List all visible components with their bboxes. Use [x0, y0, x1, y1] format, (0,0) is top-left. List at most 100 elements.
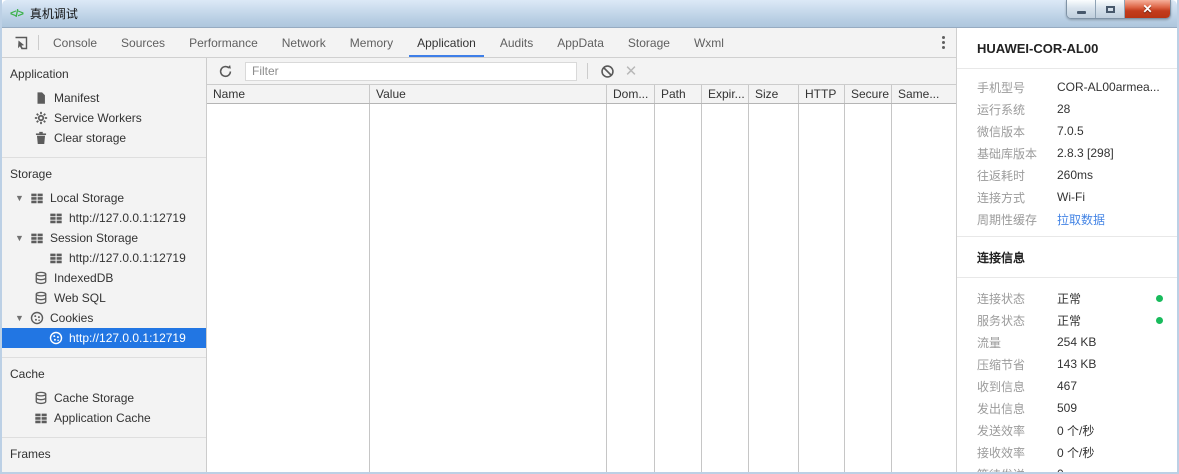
expander-arrow-icon[interactable]: ▼ — [15, 193, 29, 203]
titlebar: </> 真机调试 ✕ — [2, 0, 1177, 28]
database-icon — [33, 391, 48, 406]
sidebar-item-clear-storage[interactable]: Clear storage — [2, 128, 206, 148]
column-header-dom[interactable]: Dom... — [607, 85, 655, 103]
sidebar-item-label: IndexedDB — [54, 271, 114, 285]
tab-storage[interactable]: Storage — [616, 28, 682, 57]
clear-cookies-icon[interactable] — [595, 60, 619, 82]
refresh-icon[interactable] — [213, 60, 237, 82]
device-info-row: 服务状态 正常 — [957, 309, 1177, 331]
info-label: 周期性缓存 — [977, 212, 1038, 227]
column-header-secure[interactable]: Secure — [845, 85, 892, 103]
trash-icon — [33, 131, 48, 146]
column-header-size[interactable]: Size — [749, 85, 799, 103]
info-label: 流量 — [977, 335, 1002, 350]
tab-network[interactable]: Network — [270, 28, 338, 57]
column-header-same[interactable]: Same... — [892, 85, 956, 103]
sidebar-item-indexeddb[interactable]: IndexedDB — [2, 268, 206, 288]
info-label: 收到信息 — [977, 379, 1026, 394]
tab-separator — [38, 35, 39, 50]
tab-memory[interactable]: Memory — [338, 28, 405, 57]
sidebar-item-label: Application Cache — [54, 411, 151, 425]
sidebar-section-title: Storage — [10, 167, 53, 181]
sidebar-item-label: Web SQL — [54, 291, 106, 305]
info-value: 7.0.5 — [1057, 124, 1084, 138]
sidebar-item-label: Local Storage — [50, 191, 125, 205]
sidebar-item-local-storage[interactable]: ▼ Local Storage — [2, 188, 206, 208]
column-body-name — [207, 104, 370, 472]
device-name: HUAWEI-COR-AL00 — [957, 28, 1177, 69]
info-label: 往返耗时 — [977, 168, 1026, 183]
maximize-button[interactable] — [1096, 0, 1125, 18]
table-icon — [48, 251, 63, 266]
tab-audits[interactable]: Audits — [488, 28, 545, 57]
sidebar-item-label: http://127.0.0.1:12719 — [69, 331, 186, 345]
device-info-row: 收到信息 467 — [957, 375, 1177, 397]
column-header-path[interactable]: Path — [655, 85, 702, 103]
column-header-http[interactable]: HTTP — [799, 85, 845, 103]
sidebar-item-cookies[interactable]: ▼ Cookies — [2, 308, 206, 328]
device-info-row: 运行系统 28 — [957, 98, 1177, 120]
tab-console[interactable]: Console — [41, 28, 109, 57]
column-body-size — [749, 104, 799, 472]
pull-data-link[interactable]: 拉取数据 — [1057, 211, 1105, 228]
sidebar-item-web-sql[interactable]: Web SQL — [2, 288, 206, 308]
more-options-icon[interactable] — [930, 28, 956, 57]
toolbar-separator — [587, 63, 588, 79]
close-button[interactable]: ✕ — [1125, 0, 1170, 18]
tab-bar: Console Sources Performance Network Memory Ap… — [2, 28, 956, 58]
tab-wxml[interactable]: Wxml — [682, 28, 736, 57]
inspect-element-icon[interactable] — [6, 28, 36, 57]
connection-info-list: 连接状态 正常 服务状态 正常 流量 254 KB 压缩节省 143 KB 收到信息 467 发出信… — [957, 278, 1177, 472]
sidebar-item-label: Cache Storage — [54, 391, 135, 405]
column-body-http — [799, 104, 845, 472]
sidebar-item-cache-storage[interactable]: Cache Storage — [2, 388, 206, 408]
info-value: 0 个/秒 — [1057, 423, 1095, 438]
info-value: 正常 — [1057, 313, 1082, 328]
info-label: 服务状态 — [977, 313, 1026, 328]
sidebar-item-manifest[interactable]: Manifest — [2, 88, 206, 108]
status-green-dot — [1156, 294, 1163, 302]
cookies-grid-body[interactable] — [207, 104, 956, 472]
gear-icon — [33, 111, 48, 126]
column-body-secure — [845, 104, 892, 472]
device-info-row: 手机型号 COR-AL00armea... — [957, 76, 1177, 98]
window-title: 真机调试 — [29, 7, 78, 21]
column-body-expir — [702, 104, 749, 472]
column-header-name[interactable]: Name — [207, 85, 370, 103]
sidebar-section-frames: Frames — [2, 438, 206, 472]
tab-application[interactable]: Application — [405, 28, 488, 57]
tab-performance[interactable]: Performance — [177, 28, 270, 57]
device-info-row: 压缩节省 143 KB — [957, 353, 1177, 375]
tab-sources[interactable]: Sources — [109, 28, 177, 57]
expander-arrow-icon[interactable]: ▼ — [15, 313, 29, 323]
info-value: 467 — [1057, 379, 1078, 393]
device-info-list: 手机型号 COR-AL00armea... 运行系统 28 微信版本 7.0.5 基础库版本… — [957, 69, 1177, 236]
info-label: 发送效率 — [977, 423, 1026, 438]
cookie-icon — [29, 311, 44, 326]
sidebar-item-label: Clear storage — [54, 131, 127, 145]
sidebar-item-http-127-0-0-1-12719[interactable]: http://127.0.0.1:12719 — [2, 208, 206, 228]
expander-arrow-icon[interactable]: ▼ — [15, 233, 29, 243]
sidebar-item-http-127-0-0-1-12719[interactable]: http://127.0.0.1:12719 — [2, 328, 206, 348]
column-header-value[interactable]: Value — [370, 85, 607, 103]
table-icon — [33, 411, 48, 426]
filter-input[interactable] — [245, 61, 577, 81]
database-icon — [33, 271, 48, 286]
sidebar-item-label: Manifest — [54, 91, 100, 105]
sidebar-item-session-storage[interactable]: ▼ Session Storage — [2, 228, 206, 248]
device-info-row: 接收效率 0 个/秒 — [957, 441, 1177, 463]
tab-appdata[interactable]: AppData — [545, 28, 616, 57]
table-icon — [48, 211, 63, 226]
minimize-button[interactable] — [1067, 0, 1096, 18]
sidebar-item-http-127-0-0-1-12719[interactable]: http://127.0.0.1:12719 — [2, 248, 206, 268]
table-icon — [29, 191, 44, 206]
sidebar-item-service-workers[interactable]: Service Workers — [2, 108, 206, 128]
info-value: 254 KB — [1057, 335, 1097, 349]
delete-selected-icon[interactable]: ✕ — [619, 60, 643, 82]
table-icon — [29, 231, 44, 246]
column-header-expir[interactable]: Expir... — [702, 85, 749, 103]
info-label: 手机型号 — [977, 80, 1026, 95]
sidebar-item-application-cache[interactable]: Application Cache — [2, 408, 206, 428]
sidebar-item-label: Session Storage — [50, 231, 139, 245]
info-value: 0 个/秒 — [1057, 445, 1095, 460]
